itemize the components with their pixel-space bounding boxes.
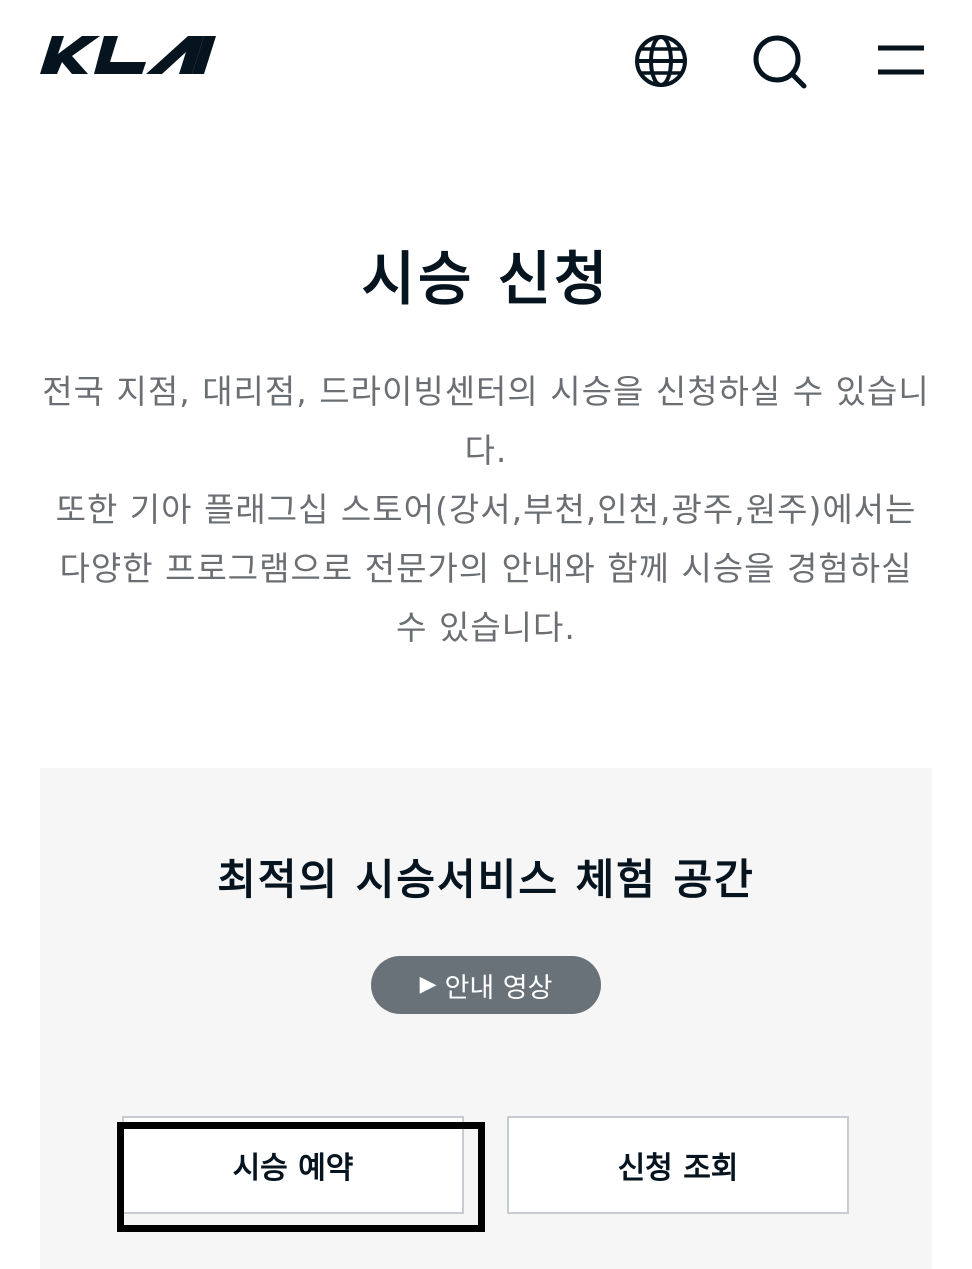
- reserve-test-drive-label: 시승 예약: [232, 1151, 354, 1186]
- guide-video-label: 안내 영상: [444, 972, 553, 1004]
- guide-video-button[interactable]: ▶ 안내 영상: [371, 956, 601, 1014]
- reserve-test-drive-button[interactable]: 시승 예약: [122, 1116, 464, 1214]
- kia-logo[interactable]: [38, 30, 218, 78]
- menu-icon[interactable]: [872, 32, 930, 90]
- panel-title: 최적의 시승서비스 체험 공간: [217, 855, 755, 904]
- site-header: [0, 0, 972, 120]
- play-icon: ▶: [419, 972, 437, 997]
- description-line-2: 또한 기아 플래그십 스토어(강서,부천,인천,광주,원주)에서는 다양한 프로…: [55, 490, 917, 647]
- search-icon[interactable]: [750, 32, 808, 90]
- page-description: 전국 지점, 대리점, 드라이빙센터의 시승을 신청하실 수 있습니다. 또한 …: [40, 362, 932, 657]
- page-title: 시승 신청: [361, 245, 611, 313]
- test-drive-service-panel: 최적의 시승서비스 체험 공간 ▶ 안내 영상 시승 예약 신청 조회: [40, 768, 932, 1269]
- globe-icon[interactable]: [632, 32, 690, 90]
- application-inquiry-label: 신청 조회: [617, 1151, 739, 1186]
- kia-logo-icon: [40, 36, 216, 74]
- description-line-1: 전국 지점, 대리점, 드라이빙센터의 시승을 신청하실 수 있습니다.: [42, 372, 930, 470]
- application-inquiry-button[interactable]: 신청 조회: [507, 1116, 849, 1214]
